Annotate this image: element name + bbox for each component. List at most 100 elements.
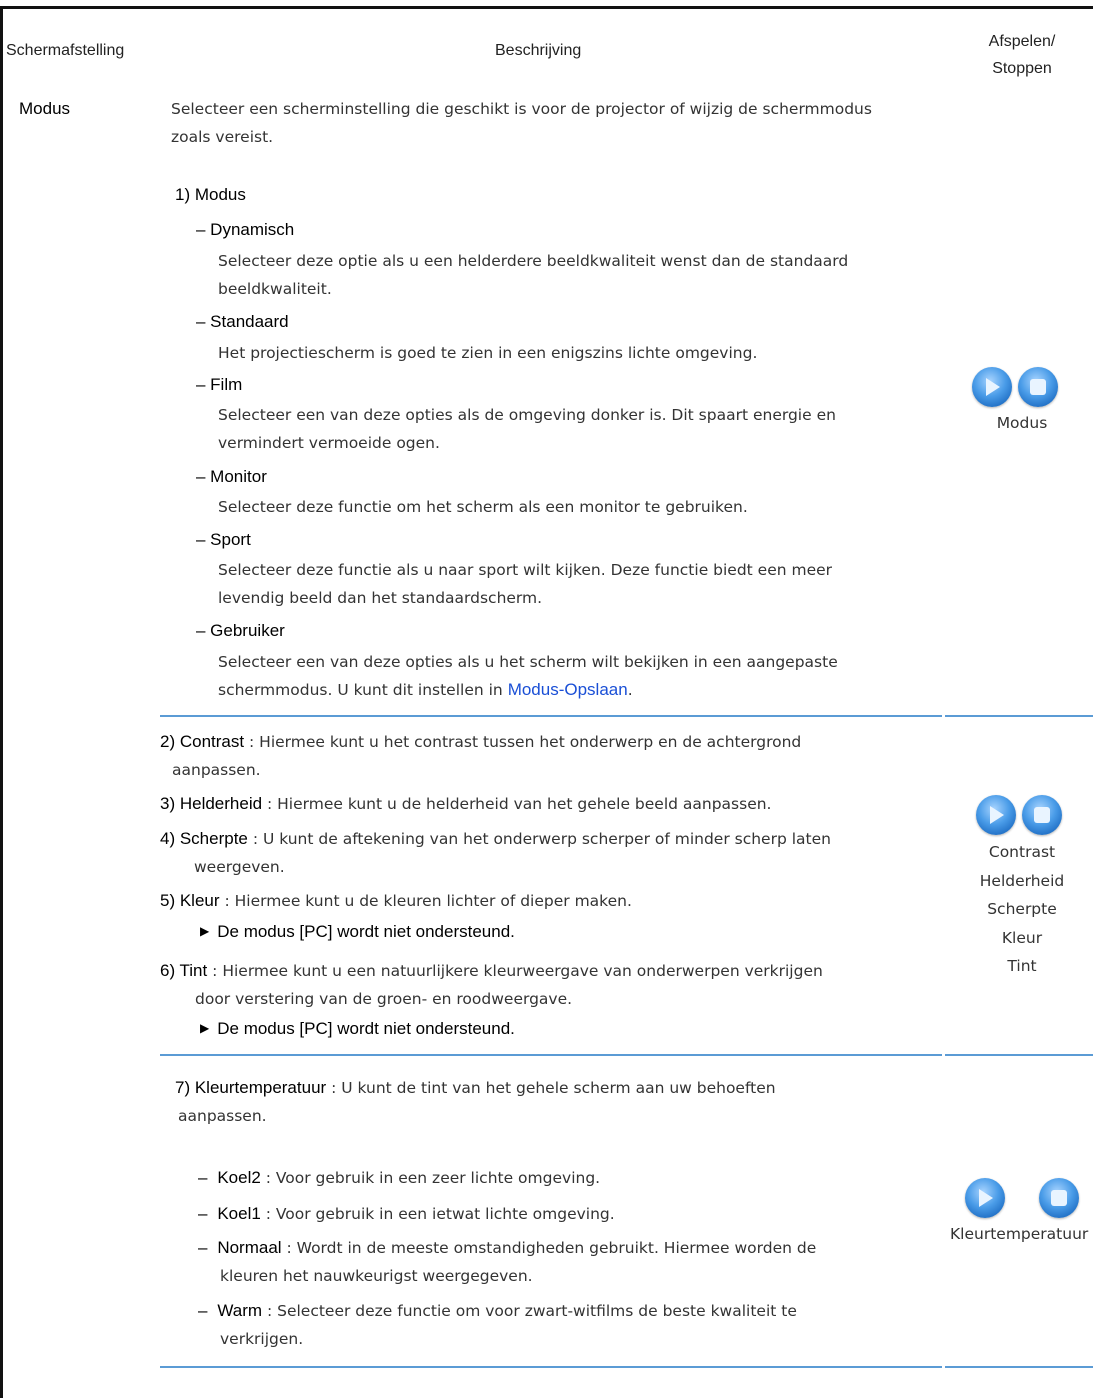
play-button-kleurtemperatuur[interactable]: [965, 1178, 1005, 1218]
intro-line-2: zoals vereist.: [171, 128, 274, 146]
mode-desc-sport: Selecteer deze functie als u naar sport …: [218, 556, 918, 612]
button-label-tint: Tint: [1007, 957, 1037, 975]
setting-line: aanpassen.: [178, 1107, 267, 1125]
setting-line: – Koel1 : Voor gebruik in een ietwat lic…: [198, 1200, 958, 1228]
frame-left-border: [0, 6, 3, 1398]
stop-icon: [1034, 807, 1050, 823]
dash-marker: –: [198, 1301, 208, 1320]
button-label-kleur: Kleur: [1001, 928, 1043, 947]
setting-line: 3) Helderheid : Hiermee kunt u de helder…: [160, 790, 920, 818]
column-header-playstop: Afspelen/ Stoppen: [970, 28, 1074, 82]
intro-line-1: Selecteer een scherminstelling die gesch…: [171, 100, 872, 118]
play-button-modus[interactable]: [972, 367, 1012, 407]
mode-desc-line: Selecteer een van deze opties als u het …: [218, 653, 838, 671]
setting-line: kleuren het nauwkeurigst weergegeven.: [220, 1267, 533, 1285]
section-heading-modus: 1) Modus: [175, 185, 246, 204]
setting-key: 3) Helderheid: [160, 794, 263, 813]
column-header-playstop-line1: Afspelen/: [988, 33, 1056, 50]
setting-tint: 6) Tint : Hiermee kunt u een natuurlijke…: [160, 957, 920, 1013]
stop-button-modus[interactable]: [1018, 367, 1058, 407]
kleurtemperatuur-button-label: Kleurtemperatuur: [950, 1225, 1089, 1243]
stop-icon: [1051, 1190, 1067, 1206]
mode-desc-film: Selecteer een van deze opties als de omg…: [218, 401, 918, 457]
stop-icon: [1030, 379, 1046, 395]
setting-contrast: 2) Contrast : Hiermee kunt u het contras…: [160, 728, 920, 784]
setting-line: verkrijgen.: [220, 1330, 304, 1348]
mode-desc-line: beeldkwaliteit.: [218, 280, 332, 298]
temp-koel2: – Koel2 : Voor gebruik in een zeer licht…: [198, 1164, 958, 1192]
modus-playback-controls: [972, 367, 1058, 407]
setting-helderheid: 3) Helderheid : Hiermee kunt u de helder…: [160, 790, 920, 818]
setting-text: : Voor gebruik in een ietwat lichte omge…: [260, 1205, 615, 1223]
mode-desc-line: schermmodus. U kunt dit instellen in Mod…: [218, 676, 918, 704]
setting-key: 5) Kleur: [160, 891, 220, 910]
column-header-setting: Schermafstelling: [6, 42, 125, 59]
play-icon: [990, 806, 1004, 824]
setting-key: Warm: [217, 1301, 263, 1320]
triangle-bullet-icon: ▶: [200, 924, 210, 938]
mode-desc-line: Selecteer deze functie om het scherm als…: [218, 498, 748, 516]
mode-title-gebruiker: – Gebruiker: [196, 621, 285, 640]
mode-desc-text: .: [627, 681, 633, 699]
modus-button-label: Modus: [996, 414, 1048, 432]
mode-title-dynamisch: – Dynamisch: [196, 220, 295, 239]
setting-kleur: 5) Kleur : Hiermee kunt u de kleuren lic…: [160, 887, 920, 915]
row-separator: [160, 1054, 942, 1056]
setting-text: : U kunt de tint van het gehele scherm a…: [326, 1079, 776, 1097]
setting-key: 7) Kleurtemperatuur: [175, 1078, 327, 1097]
dash-marker: –: [198, 1238, 208, 1257]
button-label-helderheid: Helderheid: [979, 871, 1065, 890]
triangle-bullet-icon: ▶: [200, 1021, 210, 1035]
row-separator: [160, 715, 942, 717]
temp-koel1: – Koel1 : Voor gebruik in een ietwat lic…: [198, 1200, 958, 1228]
play-icon: [986, 378, 1000, 396]
setting-text: : Hiermee kunt u de kleuren lichter of d…: [219, 892, 632, 910]
frame-top-border: [0, 6, 1093, 9]
mode-desc-gebruiker: Selecteer een van deze opties als u het …: [218, 648, 918, 704]
setting-text: : Selecteer deze functie om voor zwart-w…: [262, 1302, 797, 1320]
note-text: De modus [PC] wordt niet ondersteund.: [217, 1019, 515, 1038]
setting-key: Koel2: [217, 1168, 261, 1187]
dash-marker: –: [198, 1168, 208, 1187]
setting-key: 6) Tint: [160, 961, 208, 980]
setting-text: : Hiermee kunt u de helderheid van het g…: [262, 795, 772, 813]
picture-playback-controls: [976, 795, 1062, 835]
stop-button-kleurtemperatuur[interactable]: [1039, 1178, 1079, 1218]
mode-desc-standaard: Het projectiescherm is goed te zien in e…: [218, 339, 918, 367]
play-button-picture[interactable]: [976, 795, 1016, 835]
mode-desc-line: Selecteer deze functie als u naar sport …: [218, 561, 833, 579]
mode-desc-line: Selecteer een van deze opties als de omg…: [218, 406, 836, 424]
column-header-playstop-line2: Stoppen: [992, 60, 1052, 77]
setting-line: 2) Contrast : Hiermee kunt u het contras…: [160, 728, 920, 756]
mode-title-sport: – Sport: [196, 530, 251, 549]
mode-desc-monitor: Selecteer deze functie om het scherm als…: [218, 493, 918, 521]
mode-title-standaard: – Standaard: [196, 312, 289, 331]
stop-button-picture[interactable]: [1022, 795, 1062, 835]
setting-line: – Normaal : Wordt in de meeste omstandig…: [198, 1234, 958, 1262]
temp-normaal: – Normaal : Wordt in de meeste omstandig…: [198, 1234, 958, 1290]
dash-marker: –: [198, 1204, 208, 1223]
modus-opslaan-link[interactable]: Modus-Opslaan: [508, 680, 628, 699]
setting-line: aanpassen.: [172, 761, 261, 779]
setting-text: : Hiermee kunt u het contrast tussen het…: [244, 733, 802, 751]
kleurtemperatuur-playback-controls: [965, 1178, 1079, 1218]
mode-title-film: – Film: [196, 375, 243, 394]
setting-line: – Koel2 : Voor gebruik in een zeer licht…: [198, 1164, 958, 1192]
setting-line: 5) Kleur : Hiermee kunt u de kleuren lic…: [160, 887, 920, 915]
button-label-scherpte: Scherpte: [987, 900, 1057, 918]
row-separator: [945, 1054, 1093, 1056]
mode-desc-line: Het projectiescherm is goed te zien in e…: [218, 344, 758, 362]
setting-text: : Hiermee kunt u een natuurlijkere kleur…: [207, 962, 823, 980]
row-separator: [945, 715, 1093, 717]
note-pc-not-supported: ▶ De modus [PC] wordt niet ondersteund.: [200, 1019, 515, 1039]
row-separator: [945, 1366, 1093, 1368]
mode-desc-dynamisch: Selecteer deze optie als u een helderder…: [218, 247, 918, 303]
setting-line: door verstering van de groen- en roodwee…: [195, 990, 573, 1008]
mode-desc-line: levendig beeld dan het standaardscherm.: [218, 589, 543, 607]
setting-key: 2) Contrast: [160, 732, 245, 751]
column-header-description: Beschrijving: [495, 42, 582, 59]
setting-kleurtemperatuur: 7) Kleurtemperatuur : U kunt de tint van…: [175, 1074, 935, 1130]
setting-key: Normaal: [217, 1238, 282, 1257]
setting-line: 4) Scherpte : U kunt de aftekening van h…: [160, 825, 920, 853]
row-label-modus: Modus: [19, 99, 71, 118]
